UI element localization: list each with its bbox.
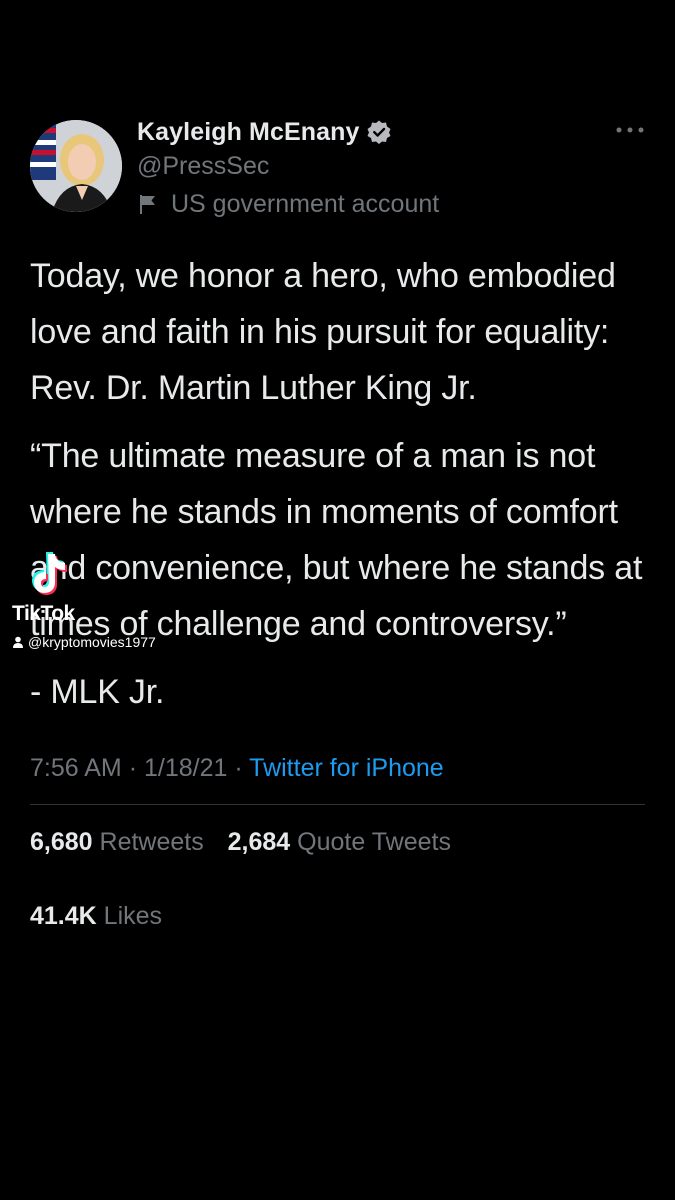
tweet-header: Kayleigh McEnany @PressSec US government xyxy=(30,117,645,220)
tiktok-watermark: TikTok @kryptomovies1977 xyxy=(10,550,180,660)
tiktok-wordmark: TikTok xyxy=(12,602,75,625)
tweet-source-link[interactable]: Twitter for iPhone xyxy=(249,754,444,782)
more-icon[interactable] xyxy=(615,122,645,138)
display-name[interactable]: Kayleigh McEnany xyxy=(137,118,360,147)
user-icon xyxy=(12,635,24,648)
tiktok-logo-icon xyxy=(28,550,70,598)
government-account-label[interactable]: US government account xyxy=(171,190,439,219)
avatar-image xyxy=(30,120,122,212)
likes-count: 41.4K xyxy=(30,902,97,930)
quote-tweets-count: 2,684 xyxy=(227,828,291,856)
flag-icon xyxy=(137,193,159,215)
verified-badge-icon xyxy=(366,119,392,145)
retweets-stat[interactable]: 6,680 Retweets xyxy=(30,828,211,856)
tweet-date[interactable]: 1/18/21 xyxy=(144,754,227,782)
tweet-time[interactable]: 7:56 AM xyxy=(30,754,122,782)
quote-tweets-stat[interactable]: 2,684 Quote Tweets xyxy=(228,828,451,856)
display-name-row: Kayleigh McEnany xyxy=(137,117,439,147)
likes-stat[interactable]: 41.4K Likes xyxy=(30,902,162,930)
engagement-stats: 6,680 Retweets 2,684 Quote Tweets xyxy=(30,805,645,879)
government-label-row: US government account xyxy=(137,189,439,219)
retweets-label: Retweets xyxy=(99,828,204,856)
meta-separator: · xyxy=(234,754,243,782)
tweet-meta: 7:56 AM · 1/18/21 · Twitter for iPhone xyxy=(30,748,645,788)
tiktok-username: @kryptomovies1977 xyxy=(12,634,156,650)
quote-tweets-label: Quote Tweets xyxy=(297,828,451,856)
tiktok-username-text: @kryptomovies1977 xyxy=(28,634,156,650)
likes-label: Likes xyxy=(103,902,163,930)
avatar[interactable] xyxy=(30,120,122,212)
tweet-paragraph: Today, we honor a hero, who embodied lov… xyxy=(30,257,616,407)
meta-separator: · xyxy=(128,754,138,782)
likes-stats: 41.4K Likes xyxy=(30,879,645,953)
retweets-count: 6,680 xyxy=(30,828,93,856)
tweet: Kayleigh McEnany @PressSec US government xyxy=(30,117,645,953)
tweet-attribution: - MLK Jr. xyxy=(30,673,165,711)
author-info: Kayleigh McEnany @PressSec US government xyxy=(137,117,439,219)
handle[interactable]: @PressSec xyxy=(137,151,439,181)
